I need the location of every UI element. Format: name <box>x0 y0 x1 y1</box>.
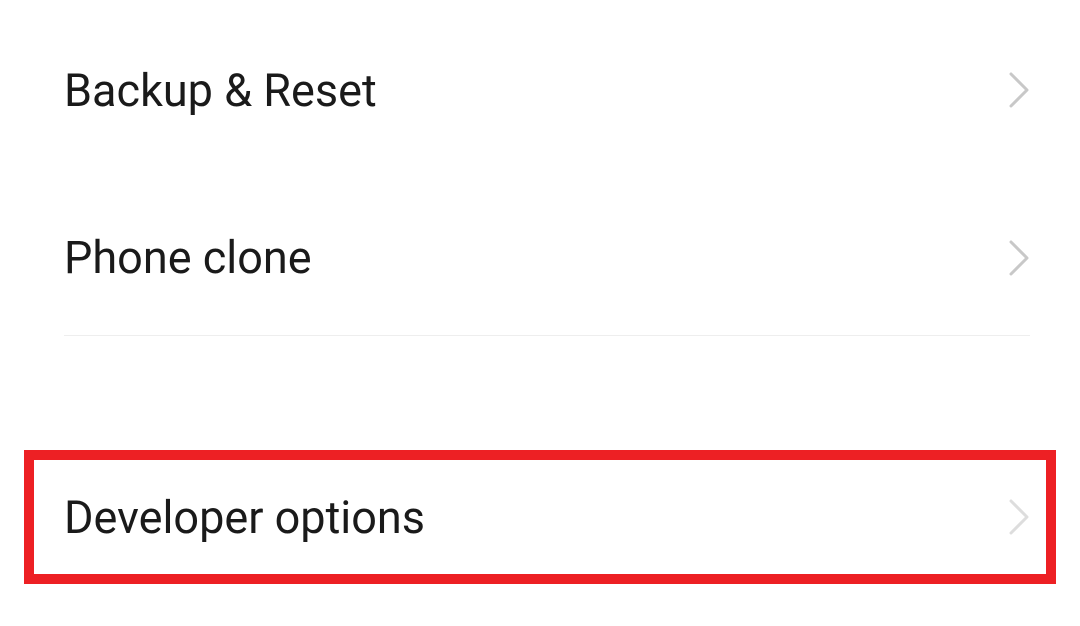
chevron-right-icon <box>1008 239 1030 277</box>
settings-item-label: Developer options <box>64 491 425 544</box>
chevron-right-icon <box>1008 71 1030 109</box>
section-divider <box>0 335 1080 390</box>
settings-item-label: Phone clone <box>64 231 312 284</box>
settings-list: Backup & Reset Phone clone <box>0 0 1080 390</box>
settings-item-backup-reset[interactable]: Backup & Reset <box>0 0 1080 180</box>
settings-item-developer-options[interactable]: Developer options <box>0 450 1080 584</box>
chevron-right-icon <box>1008 498 1030 536</box>
settings-item-label: Backup & Reset <box>64 64 377 117</box>
settings-item-phone-clone[interactable]: Phone clone <box>0 180 1080 335</box>
